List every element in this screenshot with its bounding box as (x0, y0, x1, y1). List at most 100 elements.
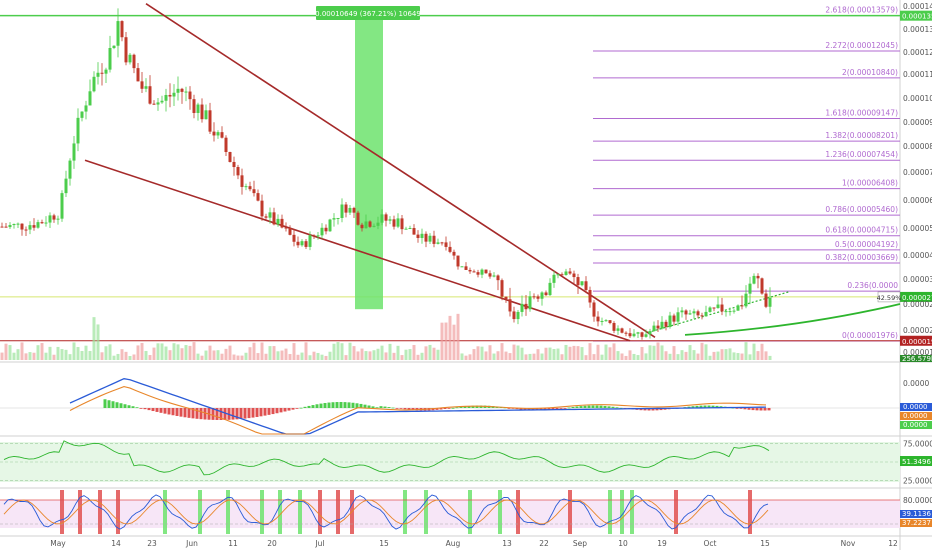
candle-body (520, 303, 524, 312)
volume-bar (12, 352, 16, 360)
stoch-signal-bar (608, 490, 612, 534)
volume-bar (600, 354, 604, 360)
candle-body (164, 94, 168, 101)
volume-bar (484, 351, 488, 360)
volume-bar (572, 345, 576, 360)
volume-bar (680, 350, 684, 360)
candle-body (704, 311, 708, 317)
candle-body (540, 292, 544, 299)
stoch-signal-bar (516, 490, 520, 534)
macd-histogram-bar (139, 408, 143, 409)
volume-bar (720, 349, 724, 360)
macd-histogram-bar (587, 405, 591, 408)
candle-body (16, 223, 20, 225)
stoch-signal-bar (424, 490, 428, 534)
volume-bar (380, 345, 384, 360)
volume-bar (76, 347, 80, 360)
candle-body (80, 111, 84, 118)
macd-histogram-bar (367, 405, 371, 408)
candle-body (600, 320, 604, 322)
volume-bar (128, 355, 132, 360)
macd-histogram-bar (755, 408, 759, 411)
candle-body (564, 271, 568, 276)
x-tick-label: Jun (185, 539, 198, 548)
volume-bar (444, 322, 448, 360)
macd-histogram-bar (759, 408, 763, 411)
macd-histogram-bar (171, 408, 175, 416)
volume-bar (596, 344, 600, 360)
macd-histogram-bar (187, 408, 191, 418)
stoch-signal-bar (403, 490, 407, 534)
stoch-signal-bar (336, 490, 340, 534)
macd-histogram-bar (243, 408, 247, 419)
volume-bar (280, 350, 284, 360)
volume-bar (228, 345, 232, 360)
macd-histogram-bar (259, 408, 263, 417)
candle-body (200, 104, 204, 120)
candle-body (60, 193, 64, 219)
macd-histogram-bar (127, 405, 131, 408)
macd-histogram-bar (767, 408, 771, 411)
macd-histogram-bar (387, 407, 391, 408)
y-tick-label: 0.00008000 (903, 142, 932, 151)
candle-body (116, 21, 120, 46)
candle-body (8, 225, 12, 228)
volume-bar (264, 353, 268, 360)
x-tick-label: 11 (228, 539, 238, 548)
candle-body (184, 91, 188, 93)
volume-bar (564, 344, 568, 360)
volume-bar (276, 351, 280, 360)
macd-histogram-bar (119, 403, 123, 408)
candle-body (180, 88, 184, 92)
candle-body (484, 269, 488, 274)
macd-histogram-bar (351, 402, 355, 408)
volume-bar (252, 342, 256, 360)
candle-body (488, 273, 492, 277)
candle-body (684, 310, 688, 315)
y-tick-label: 0.00002700 (903, 300, 932, 309)
macd-histogram-bar (607, 406, 611, 408)
macd-histogram-bar (399, 408, 403, 409)
volume-bar (24, 353, 28, 360)
candle-body (432, 235, 436, 244)
candle-body (128, 54, 132, 63)
last-price-text: 42.59% (877, 294, 902, 302)
candle-body (464, 266, 468, 270)
macd-histogram-bar (579, 406, 583, 408)
stoch-signal-bar (198, 490, 202, 534)
volume-bar (200, 355, 204, 360)
volume-bar (4, 343, 8, 360)
volume-bar (420, 352, 424, 360)
candle-body (744, 293, 748, 307)
volume-bar (384, 352, 388, 360)
volume-bar (316, 352, 320, 360)
volume-bar (760, 343, 764, 360)
volume-bar (208, 345, 212, 360)
volume-bar (232, 354, 236, 360)
macd-histogram-bar (571, 406, 575, 408)
macd-histogram-bar (383, 406, 387, 408)
volume-bar (436, 349, 440, 360)
x-tick-label: 15 (760, 539, 770, 548)
macd-tick: 0.0000 (903, 379, 929, 388)
candle-body (172, 92, 176, 97)
volume-bar (124, 351, 128, 360)
macd-tag-text: 0.0000 (903, 421, 928, 429)
macd-histogram-bar (575, 406, 579, 408)
volume-bar (656, 342, 660, 360)
volume-bar (632, 353, 636, 360)
volume-bar (472, 349, 476, 360)
volume-bar (44, 352, 48, 360)
macd-histogram-bar (239, 408, 243, 419)
candle-body (260, 200, 264, 217)
volume-bar (304, 342, 308, 360)
candle-body (376, 222, 380, 226)
candle-body (56, 218, 60, 220)
candle-body (148, 86, 152, 104)
candle-body (220, 132, 224, 138)
volume-bar (60, 349, 64, 360)
volume-bar (500, 343, 504, 360)
candle-body (360, 224, 364, 229)
volume-bar (668, 353, 672, 360)
volume-bar (172, 343, 176, 360)
